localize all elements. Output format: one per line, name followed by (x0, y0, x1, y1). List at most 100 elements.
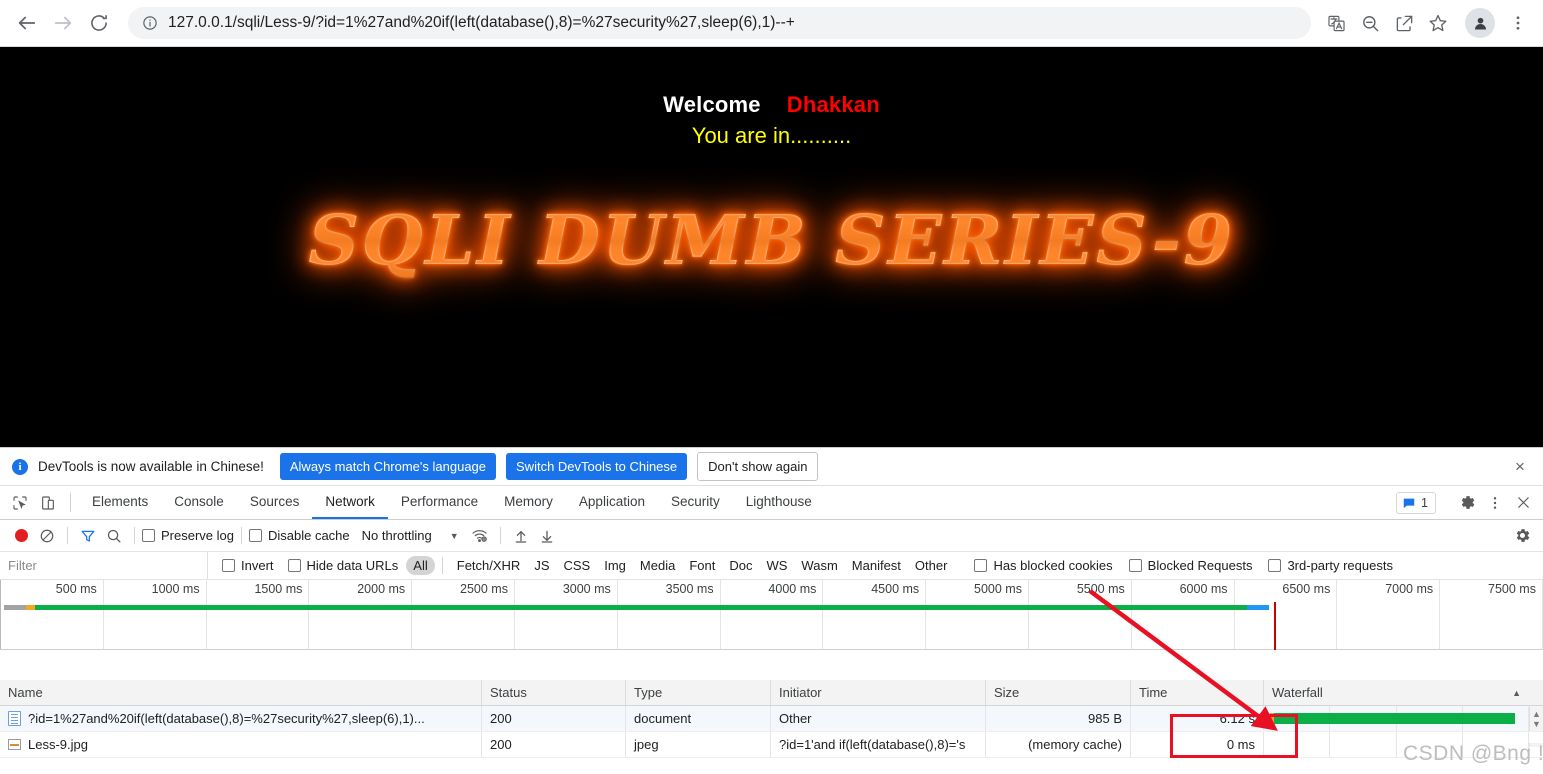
filter-input[interactable] (0, 552, 208, 579)
disable-cache-box[interactable] (248, 529, 262, 542)
table-scrollbar-spacer (1529, 742, 1543, 747)
reload-button[interactable] (82, 6, 116, 40)
table-row[interactable]: ?id=1%27and%20if(left(database(),8)=%27s… (0, 706, 1543, 732)
type-filter-media[interactable]: Media (633, 556, 682, 575)
close-devtools-icon[interactable] (1509, 495, 1537, 510)
tab-lighthouse[interactable]: Lighthouse (733, 486, 825, 519)
has-blocked-cookies-box[interactable] (974, 559, 988, 572)
chrome-menu-icon[interactable] (1503, 8, 1533, 38)
search-icon[interactable] (101, 523, 127, 549)
column-header-name[interactable]: Name (0, 680, 482, 705)
scroll-up-icon[interactable]: ▲ (1532, 709, 1541, 719)
device-toolbar-icon[interactable] (34, 486, 62, 519)
tab-elements[interactable]: Elements (79, 486, 161, 519)
cell-name[interactable]: Less-9.jpg (0, 732, 482, 757)
devtools-panel: i DevTools is now available in Chinese! … (0, 447, 1543, 774)
tab-console[interactable]: Console (161, 486, 237, 519)
welcome-username: Dhakkan (786, 92, 880, 117)
third-party-requests-box[interactable] (1268, 559, 1282, 572)
cell-initiator: ?id=1'and if(left(database(),8)='s (771, 732, 986, 757)
invert-box[interactable] (222, 559, 235, 572)
network-conditions-icon[interactable] (467, 523, 493, 549)
table-row[interactable]: Less-9.jpg 200 jpeg ?id=1'and if(left(da… (0, 732, 1543, 758)
tick-7000ms: 7000 ms (1385, 582, 1434, 596)
type-filter-other[interactable]: Other (908, 556, 955, 575)
type-filter-doc[interactable]: Doc (722, 556, 759, 575)
dont-show-again-button[interactable]: Don't show again (697, 452, 819, 481)
column-header-waterfall[interactable]: Waterfall ▲ (1264, 680, 1529, 705)
type-filter-fetch-xhr[interactable]: Fetch/XHR (450, 556, 528, 575)
type-filter-img[interactable]: Img (597, 556, 633, 575)
inspect-element-icon[interactable] (6, 486, 34, 519)
translate-icon[interactable] (1321, 8, 1351, 38)
blocked-requests-box[interactable] (1128, 559, 1142, 572)
column-header-status[interactable]: Status (482, 680, 626, 705)
type-filter-js[interactable]: JS (527, 556, 556, 575)
tick-500ms: 500 ms (55, 582, 97, 596)
tab-sources[interactable]: Sources (237, 486, 313, 519)
welcome-label: Welcome (663, 92, 761, 117)
invert-checkbox[interactable]: Invert (222, 558, 274, 573)
type-filter-manifest[interactable]: Manifest (845, 556, 908, 575)
disable-cache-checkbox[interactable]: Disable cache (248, 528, 350, 543)
scroll-down-icon[interactable]: ▼ (1532, 719, 1541, 729)
kebab-menu-icon[interactable] (1481, 495, 1509, 511)
address-bar[interactable]: 127.0.0.1/sqli/Less-9/?id=1%27and%20if(l… (128, 7, 1311, 39)
column-header-size[interactable]: Size (986, 680, 1131, 705)
has-blocked-cookies-checkbox[interactable]: Has blocked cookies (974, 558, 1113, 573)
tab-network[interactable]: Network (312, 486, 388, 519)
cell-waterfall (1264, 732, 1529, 757)
import-har-icon[interactable] (508, 523, 534, 549)
preserve-log-box[interactable] (142, 529, 155, 542)
forward-button[interactable] (46, 6, 80, 40)
chevron-down-icon: ▼ (449, 530, 459, 541)
blocked-requests-checkbox[interactable]: Blocked Requests (1128, 558, 1252, 573)
record-button[interactable] (8, 523, 34, 549)
bookmark-star-icon[interactable] (1423, 8, 1453, 38)
cell-name[interactable]: ?id=1%27and%20if(left(database(),8)=%27s… (0, 706, 482, 731)
toolbar-sep-2 (134, 527, 135, 544)
sort-ascending-icon[interactable]: ▲ (1512, 688, 1521, 698)
column-header-type[interactable]: Type (626, 680, 771, 705)
hide-data-urls-box[interactable] (287, 559, 301, 572)
tab-memory[interactable]: Memory (491, 486, 566, 519)
clear-button[interactable] (34, 523, 60, 549)
switch-devtools-language-button[interactable]: Switch DevTools to Chinese (506, 453, 688, 480)
tab-performance[interactable]: Performance (388, 486, 491, 519)
profile-avatar[interactable] (1465, 8, 1495, 38)
network-settings-icon[interactable] (1509, 523, 1535, 549)
network-overview-timeline[interactable]: 500 ms 1000 ms 1500 ms 2000 ms 2500 ms 3… (0, 580, 1543, 650)
type-filter-all[interactable]: All (406, 556, 435, 575)
third-party-requests-checkbox[interactable]: 3rd-party requests (1268, 558, 1393, 573)
tab-security[interactable]: Security (658, 486, 733, 519)
type-filter-wasm[interactable]: Wasm (794, 556, 844, 575)
toolbar-sep-3 (240, 527, 242, 544)
cell-size: 985 B (986, 706, 1131, 731)
back-button[interactable] (10, 6, 44, 40)
type-filter-font[interactable]: Font (682, 556, 722, 575)
disable-cache-label: Disable cache (267, 528, 350, 543)
tab-application[interactable]: Application (566, 486, 658, 519)
table-scrollbar[interactable]: ▲ ▼ (1529, 706, 1543, 731)
message-count-badge[interactable]: 1 (1396, 491, 1436, 514)
column-header-initiator[interactable]: Initiator (771, 680, 986, 705)
waterfall-bar (1267, 713, 1515, 724)
close-notice-icon[interactable]: × (1509, 457, 1531, 477)
screenshot-root: 127.0.0.1/sqli/Less-9/?id=1%27and%20if(l… (0, 0, 1543, 774)
funnel-icon[interactable] (75, 523, 101, 549)
zoom-out-icon[interactable] (1355, 8, 1385, 38)
share-icon[interactable] (1389, 8, 1419, 38)
hide-data-urls-checkbox[interactable]: Hide data URLs (287, 558, 398, 573)
column-header-time[interactable]: Time (1131, 680, 1264, 705)
throttling-select[interactable]: No throttling ▼ (362, 528, 459, 543)
export-har-icon[interactable] (534, 523, 560, 549)
tick-1500ms: 1500 ms (254, 582, 303, 596)
site-info-icon[interactable] (142, 15, 158, 31)
welcome-line: Welcome Dhakkan (0, 47, 1543, 118)
preserve-log-checkbox[interactable]: Preserve log (142, 528, 234, 543)
always-match-language-button[interactable]: Always match Chrome's language (279, 453, 497, 480)
gear-icon[interactable] (1453, 494, 1481, 511)
type-filter-css[interactable]: CSS (557, 556, 598, 575)
tick-4500ms: 4500 ms (871, 582, 920, 596)
type-filter-ws[interactable]: WS (759, 556, 794, 575)
